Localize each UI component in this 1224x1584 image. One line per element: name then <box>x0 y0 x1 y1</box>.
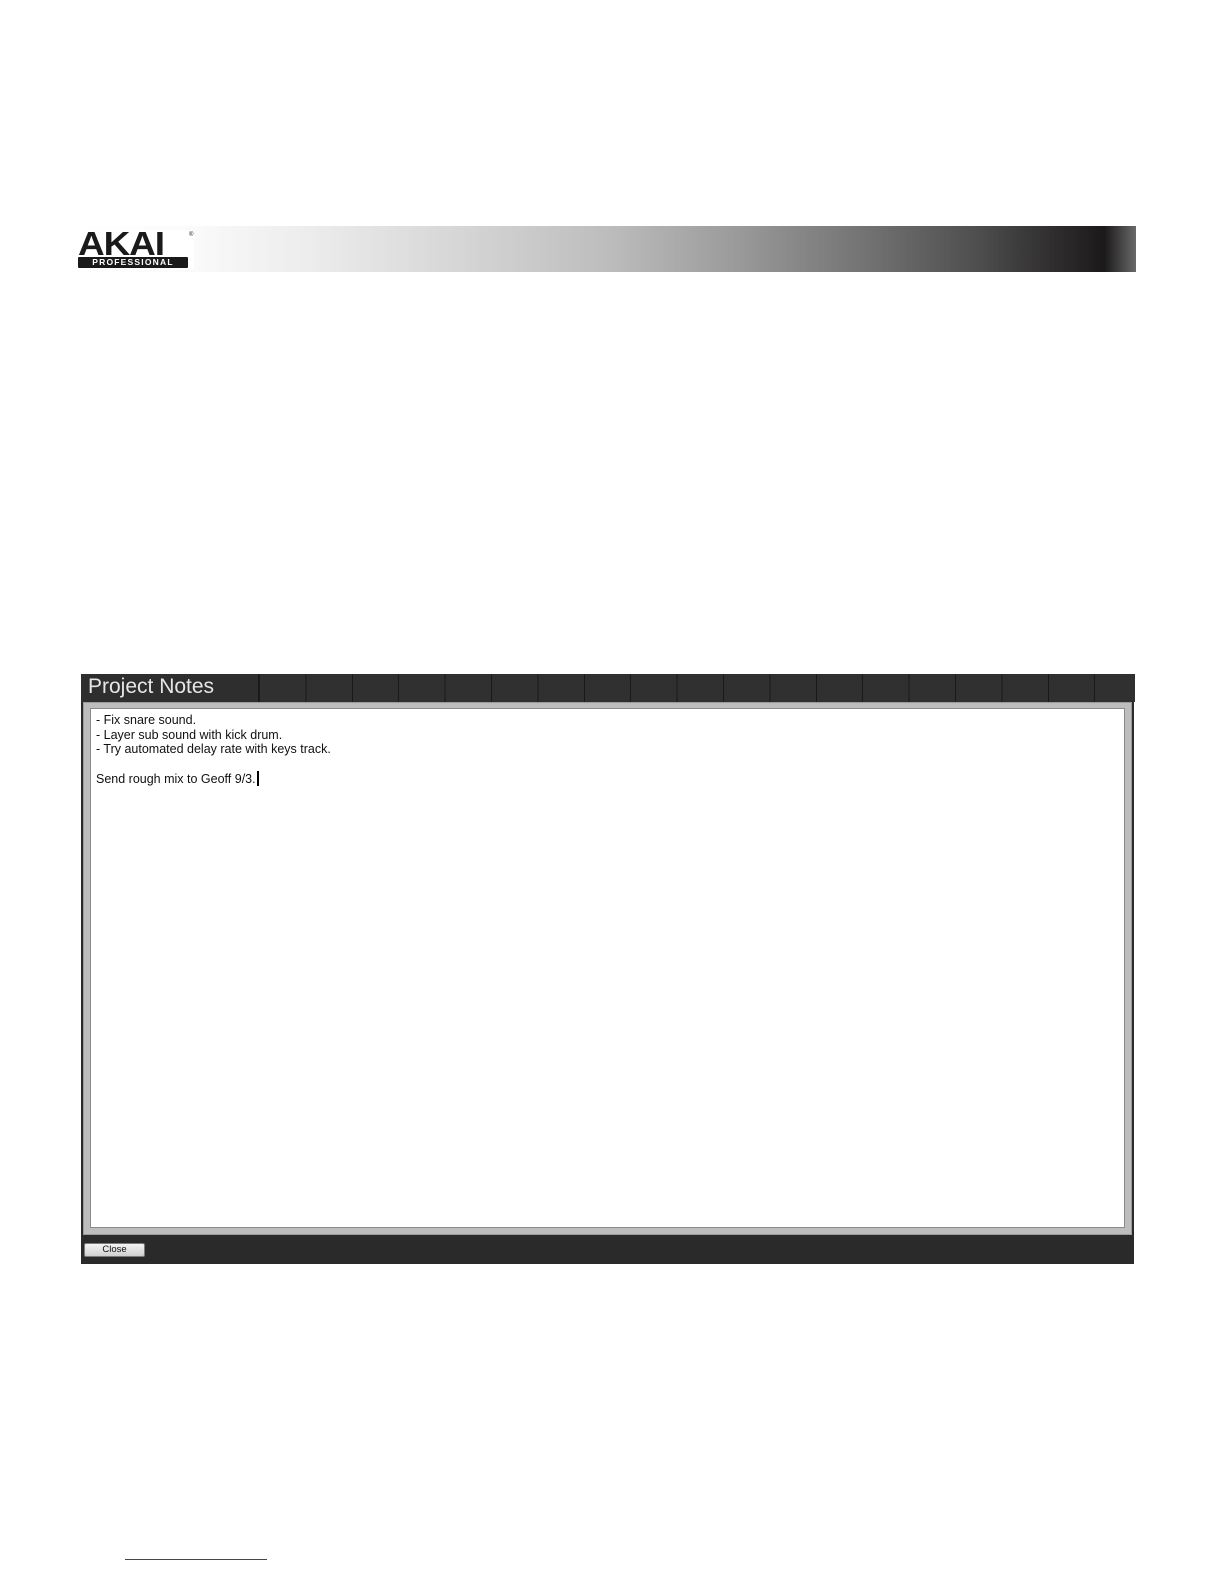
notes-line: Send rough mix to Geoff 9/3. <box>96 772 256 787</box>
titlebar-grid <box>258 674 1135 702</box>
notes-text-area[interactable]: - Fix snare sound. - Layer sub sound wit… <box>90 708 1125 1228</box>
akai-professional-logo: AKAI ® PROFESSIONAL <box>78 227 194 270</box>
close-button[interactable]: Close <box>84 1243 145 1257</box>
project-notes-window: Project Notes - Fix snare sound. - Layer… <box>81 674 1135 1264</box>
text-cursor <box>256 771 259 787</box>
footer-link-underline[interactable] <box>125 1559 267 1560</box>
notes-line: - Layer sub sound with kick drum. <box>96 727 283 742</box>
window-title: Project Notes <box>88 675 215 698</box>
logo-subtitle: PROFESSIONAL <box>78 257 188 268</box>
notes-frame: - Fix snare sound. - Layer sub sound wit… <box>83 702 1132 1235</box>
window-titlebar: Project Notes <box>81 674 1135 702</box>
notes-line: - Try automated delay rate with keys tra… <box>96 742 331 757</box>
window-bottombar: Close <box>81 1235 1134 1264</box>
logo-registered-mark: ® <box>189 232 194 238</box>
notes-line: - Fix snare sound. <box>96 713 197 727</box>
logo-wordmark: AKAI <box>78 225 165 262</box>
header-banner: AKAI ® PROFESSIONAL <box>78 226 1136 272</box>
